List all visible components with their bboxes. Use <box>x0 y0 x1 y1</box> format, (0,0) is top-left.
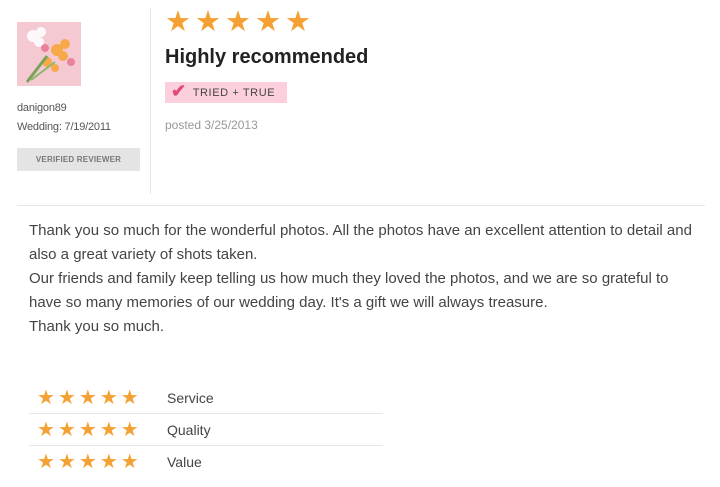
flower-bouquet-icon <box>17 22 81 86</box>
rating-stars: ★ ★ ★ ★ ★ <box>37 388 167 408</box>
star-icon: ★ <box>37 386 55 409</box>
review-paragraph: Thank you so much. <box>29 318 165 335</box>
star-icon: ★ <box>78 386 97 409</box>
star-icon: ★ <box>57 450 76 473</box>
star-icon: ★ <box>120 450 139 473</box>
star-icon: ★ <box>225 6 251 38</box>
star-icon: ★ <box>120 386 139 409</box>
star-icon: ★ <box>57 386 76 409</box>
rating-stars: ★ ★ ★ ★ ★ <box>37 452 167 472</box>
reviewer-username[interactable]: danigon89 <box>17 102 67 114</box>
rating-row-quality: ★ ★ ★ ★ ★ Quality <box>29 414 383 446</box>
star-icon: ★ <box>57 418 76 441</box>
star-icon: ★ <box>37 418 55 441</box>
rating-label: Quality <box>167 421 211 438</box>
star-icon: ★ <box>37 450 55 473</box>
posted-date: posted 3/25/2013 <box>165 118 258 132</box>
star-icon: ★ <box>195 6 221 38</box>
star-icon: ★ <box>255 6 281 38</box>
review-body: Thank you so much for the wonderful phot… <box>29 219 699 339</box>
review-paragraph: Our friends and family keep telling us h… <box>29 270 669 311</box>
rating-row-service: ★ ★ ★ ★ ★ Service <box>29 382 383 414</box>
star-icon: ★ <box>120 418 139 441</box>
star-icon: ★ <box>285 6 311 38</box>
rating-label: Service <box>167 389 214 406</box>
star-icon: ★ <box>99 418 118 441</box>
star-icon: ★ <box>165 6 191 38</box>
star-icon: ★ <box>78 450 97 473</box>
badge-label: TRIED + TRUE <box>192 86 276 99</box>
star-icon: ★ <box>99 386 118 409</box>
tried-true-badge: ✔ TRIED + TRUE <box>165 80 288 103</box>
star-icon: ★ <box>78 418 97 441</box>
review-paragraph: Thank you so much for the wonderful phot… <box>29 222 692 263</box>
overall-rating-stars: ★ ★ ★ ★ ★ <box>165 8 311 37</box>
star-icon: ★ <box>99 450 118 473</box>
review-title: Highly recommended <box>165 46 369 68</box>
rating-label: Value <box>167 453 202 470</box>
reviewer-wedding-date: Wedding: 7/19/2011 <box>17 121 111 133</box>
avatar[interactable] <box>17 22 81 86</box>
rating-stars: ★ ★ ★ ★ ★ <box>37 420 167 440</box>
verified-reviewer-badge: VERIFIED REVIEWER <box>17 148 140 171</box>
rating-row-value: ★ ★ ★ ★ ★ Value <box>29 446 383 477</box>
divider <box>17 205 705 206</box>
checkmark-icon: ✔ <box>171 80 187 101</box>
category-ratings: ★ ★ ★ ★ ★ Service ★ ★ ★ ★ ★ Quality ★ ★ … <box>29 382 383 477</box>
